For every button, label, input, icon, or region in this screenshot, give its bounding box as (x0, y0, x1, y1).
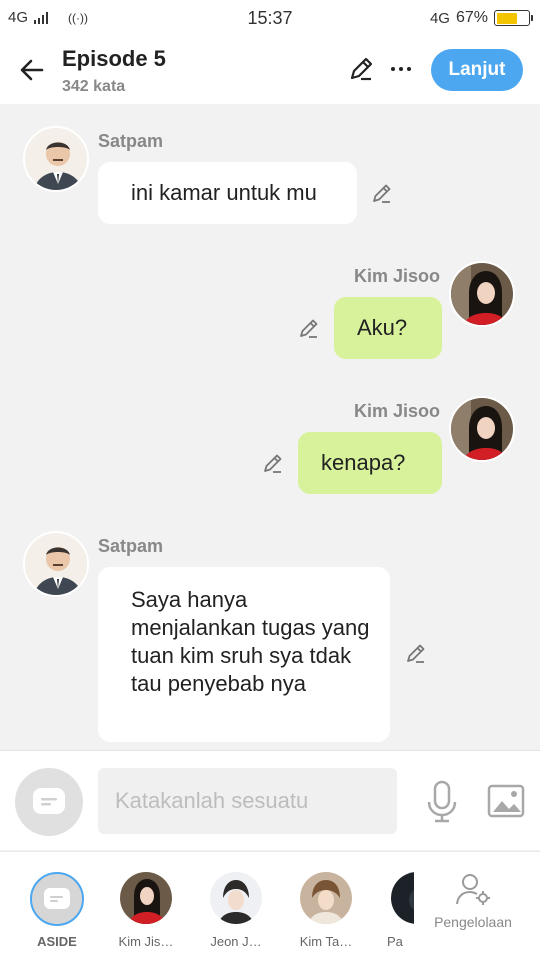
avatar-kim-jisoo[interactable] (449, 261, 515, 327)
battery-icon (494, 10, 533, 26)
next-button[interactable]: Lanjut (431, 49, 523, 91)
image-button[interactable] (486, 781, 526, 821)
user-settings-icon (456, 874, 490, 905)
message-bubble[interactable]: kenapa? (298, 432, 442, 494)
character-label: Kim Jis… (118, 934, 174, 949)
character-kim-jisoo[interactable]: Kim Jis… (108, 872, 184, 949)
character-avatar (210, 872, 262, 924)
character-avatar (391, 872, 414, 924)
character-label: Pa (387, 934, 403, 949)
more-dot (399, 67, 403, 71)
pencil-icon (350, 57, 373, 81)
arrow-left-icon (20, 59, 44, 81)
pencil-icon (300, 319, 318, 338)
avatar-satpam[interactable] (23, 126, 89, 192)
chat-bubble-icon (33, 788, 65, 814)
speaker-name: Kim Jisoo (354, 401, 441, 421)
character-jeon[interactable]: Jeon J… (198, 872, 274, 949)
avatar-satpam[interactable] (23, 531, 89, 597)
speaker-name: Kim Jisoo (354, 266, 441, 286)
message-bubble[interactable]: ini kamar untuk mu (98, 162, 357, 224)
word-count: 342 kata (62, 78, 126, 95)
speaker-name: Satpam (98, 536, 164, 556)
character-bar: ASIDE Kim Jis… Jeon J… Kim Ta… Pa Pengel… (0, 851, 540, 960)
edit-message-button[interactable] (369, 180, 395, 206)
battery-percent: 67% (455, 9, 488, 26)
chat-area[interactable]: Satpam ini kamar untuk mu Kim Jisoo Aku?… (0, 104, 540, 750)
message-input[interactable] (98, 768, 397, 834)
edit-message-button[interactable] (296, 315, 322, 341)
aside-avatar (30, 872, 84, 926)
message-text: Aku? (357, 315, 408, 340)
more-dot (407, 67, 411, 71)
chat-bubble-icon (44, 888, 70, 909)
pencil-icon (264, 454, 282, 473)
more-horizontal-icon (391, 67, 395, 71)
avatar-kim-jisoo[interactable] (449, 396, 515, 462)
pencil-icon (373, 184, 391, 203)
battery-level (496, 12, 518, 24)
character-avatar (300, 872, 352, 924)
message-bubble[interactable]: Saya hanya menjalankan tugas yang tuan k… (98, 567, 390, 742)
edit-message-button[interactable] (260, 450, 286, 476)
character-avatar (120, 872, 172, 924)
status-right: 4G 67% (429, 9, 533, 27)
message-bubble[interactable]: Aku? (334, 297, 442, 359)
pencil-icon (407, 644, 425, 663)
back-button[interactable] (14, 52, 50, 88)
more-button[interactable] (384, 52, 418, 86)
microphone-icon (427, 780, 457, 823)
status-bar: 4G ((·)) 15:37 4G 67% (0, 0, 540, 38)
message-text: ini kamar untuk mu (131, 180, 317, 205)
image-icon (487, 784, 525, 818)
message-text: kenapa? (321, 450, 406, 475)
episode-title: Episode 5 (62, 46, 166, 71)
character-label: ASIDE (37, 934, 77, 949)
edit-button[interactable] (344, 52, 378, 86)
message-input-bar (0, 750, 540, 850)
character-label: Jeon J… (210, 934, 262, 949)
character-kim-ta[interactable]: Kim Ta… (288, 872, 364, 949)
voice-button[interactable] (422, 779, 462, 825)
aside-mode-button[interactable] (15, 768, 83, 836)
character-label: Kim Ta… (299, 934, 353, 949)
manage-label: Pengelolaan (434, 914, 512, 930)
message-text: Saya hanya menjalankan tugas yang tuan k… (131, 587, 370, 696)
character-aside[interactable]: ASIDE (19, 872, 95, 949)
network-type-right: 4G (429, 9, 450, 27)
episode-header: Episode 5 342 kata Lanjut (0, 38, 540, 104)
speaker-name: Satpam (98, 131, 164, 151)
character-pa[interactable]: Pa (378, 872, 414, 949)
manage-characters-button[interactable]: Pengelolaan (428, 872, 518, 930)
edit-message-button[interactable] (403, 640, 429, 666)
